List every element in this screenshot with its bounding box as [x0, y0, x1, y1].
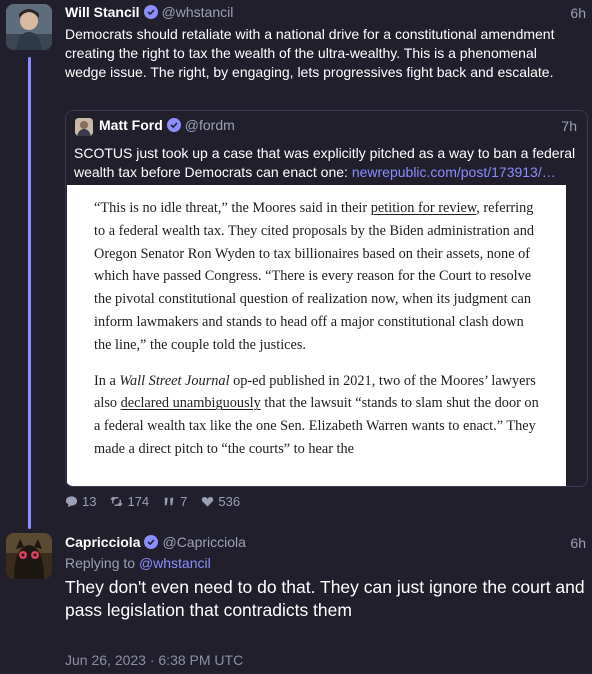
quote-link[interactable]: newrepublic.com/post/173913/… — [352, 164, 556, 180]
quote-text: SCOTUS just took up a case that was expl… — [74, 144, 579, 182]
replying-label: Replying to — [65, 555, 139, 571]
verified-icon — [143, 5, 158, 19]
verified-icon — [144, 535, 159, 549]
reply-time[interactable]: 6h — [570, 535, 586, 551]
handle[interactable]: @whstancil — [162, 4, 234, 20]
reply-avatar[interactable] — [6, 533, 52, 579]
quotes-count: 7 — [180, 494, 188, 509]
article-text: In a — [94, 372, 120, 389]
article-paragraph: “This is no idle threat,” the Moores sai… — [94, 197, 539, 357]
avatar[interactable] — [6, 4, 52, 50]
thread-line — [28, 57, 31, 529]
likes-stat[interactable]: 536 — [201, 494, 240, 509]
post-header: Will Stancil @whstancil — [65, 4, 233, 20]
article-screenshot: “This is no idle threat,” the Moores sai… — [67, 185, 566, 486]
article-link: petition for review — [370, 200, 477, 216]
quote-icon — [165, 497, 174, 506]
replies-stat[interactable]: 13 — [65, 494, 96, 509]
post-time[interactable]: 6h — [570, 5, 586, 21]
replying-to: Replying to @whstancil — [65, 555, 211, 571]
quote-time[interactable]: 7h — [561, 118, 577, 134]
article-italic: Wall Street Journal — [119, 372, 230, 389]
quote-avatar — [75, 118, 93, 136]
verified-icon — [166, 118, 181, 132]
comment-icon — [65, 496, 78, 508]
retweet-icon — [110, 496, 124, 507]
quoted-post[interactable]: Matt Ford @fordm 7h SCOTUS just took up … — [65, 110, 588, 487]
post-date[interactable]: Jun 26, 2023 · 6:38 PM UTC — [65, 652, 243, 668]
reply-header: Capricciola @Capricciola — [65, 534, 246, 550]
replying-to-link[interactable]: @whstancil — [139, 555, 211, 571]
reply-handle[interactable]: @Capricciola — [162, 534, 245, 550]
article-text: “This is no idle threat,” the Moores sai… — [94, 200, 371, 216]
quote-header: Matt Ford @fordm — [99, 117, 235, 133]
post-text: Democrats should retaliate with a nation… — [65, 26, 555, 80]
reply-text: They don't even need to do that. They ca… — [65, 577, 585, 620]
quotes-stat[interactable]: 7 — [163, 494, 187, 509]
quote-display-name[interactable]: Matt Ford — [99, 117, 163, 133]
article-text: , referring to a federal wealth tax. The… — [94, 200, 535, 353]
heart-icon — [202, 496, 214, 507]
replies-count: 13 — [82, 494, 97, 509]
article-link: declared unambiguously — [120, 395, 261, 412]
quote-handle[interactable]: @fordm — [185, 117, 235, 133]
display-name[interactable]: Will Stancil — [65, 4, 140, 20]
reposts-count: 174 — [127, 494, 150, 509]
likes-count: 536 — [218, 494, 241, 509]
article-paragraph: In a Wall Street Journal op-ed published… — [94, 370, 539, 461]
post-stats: 13 174 7 536 — [65, 494, 240, 509]
reposts-stat[interactable]: 174 — [110, 494, 149, 509]
reply-display-name[interactable]: Capricciola — [65, 534, 140, 550]
